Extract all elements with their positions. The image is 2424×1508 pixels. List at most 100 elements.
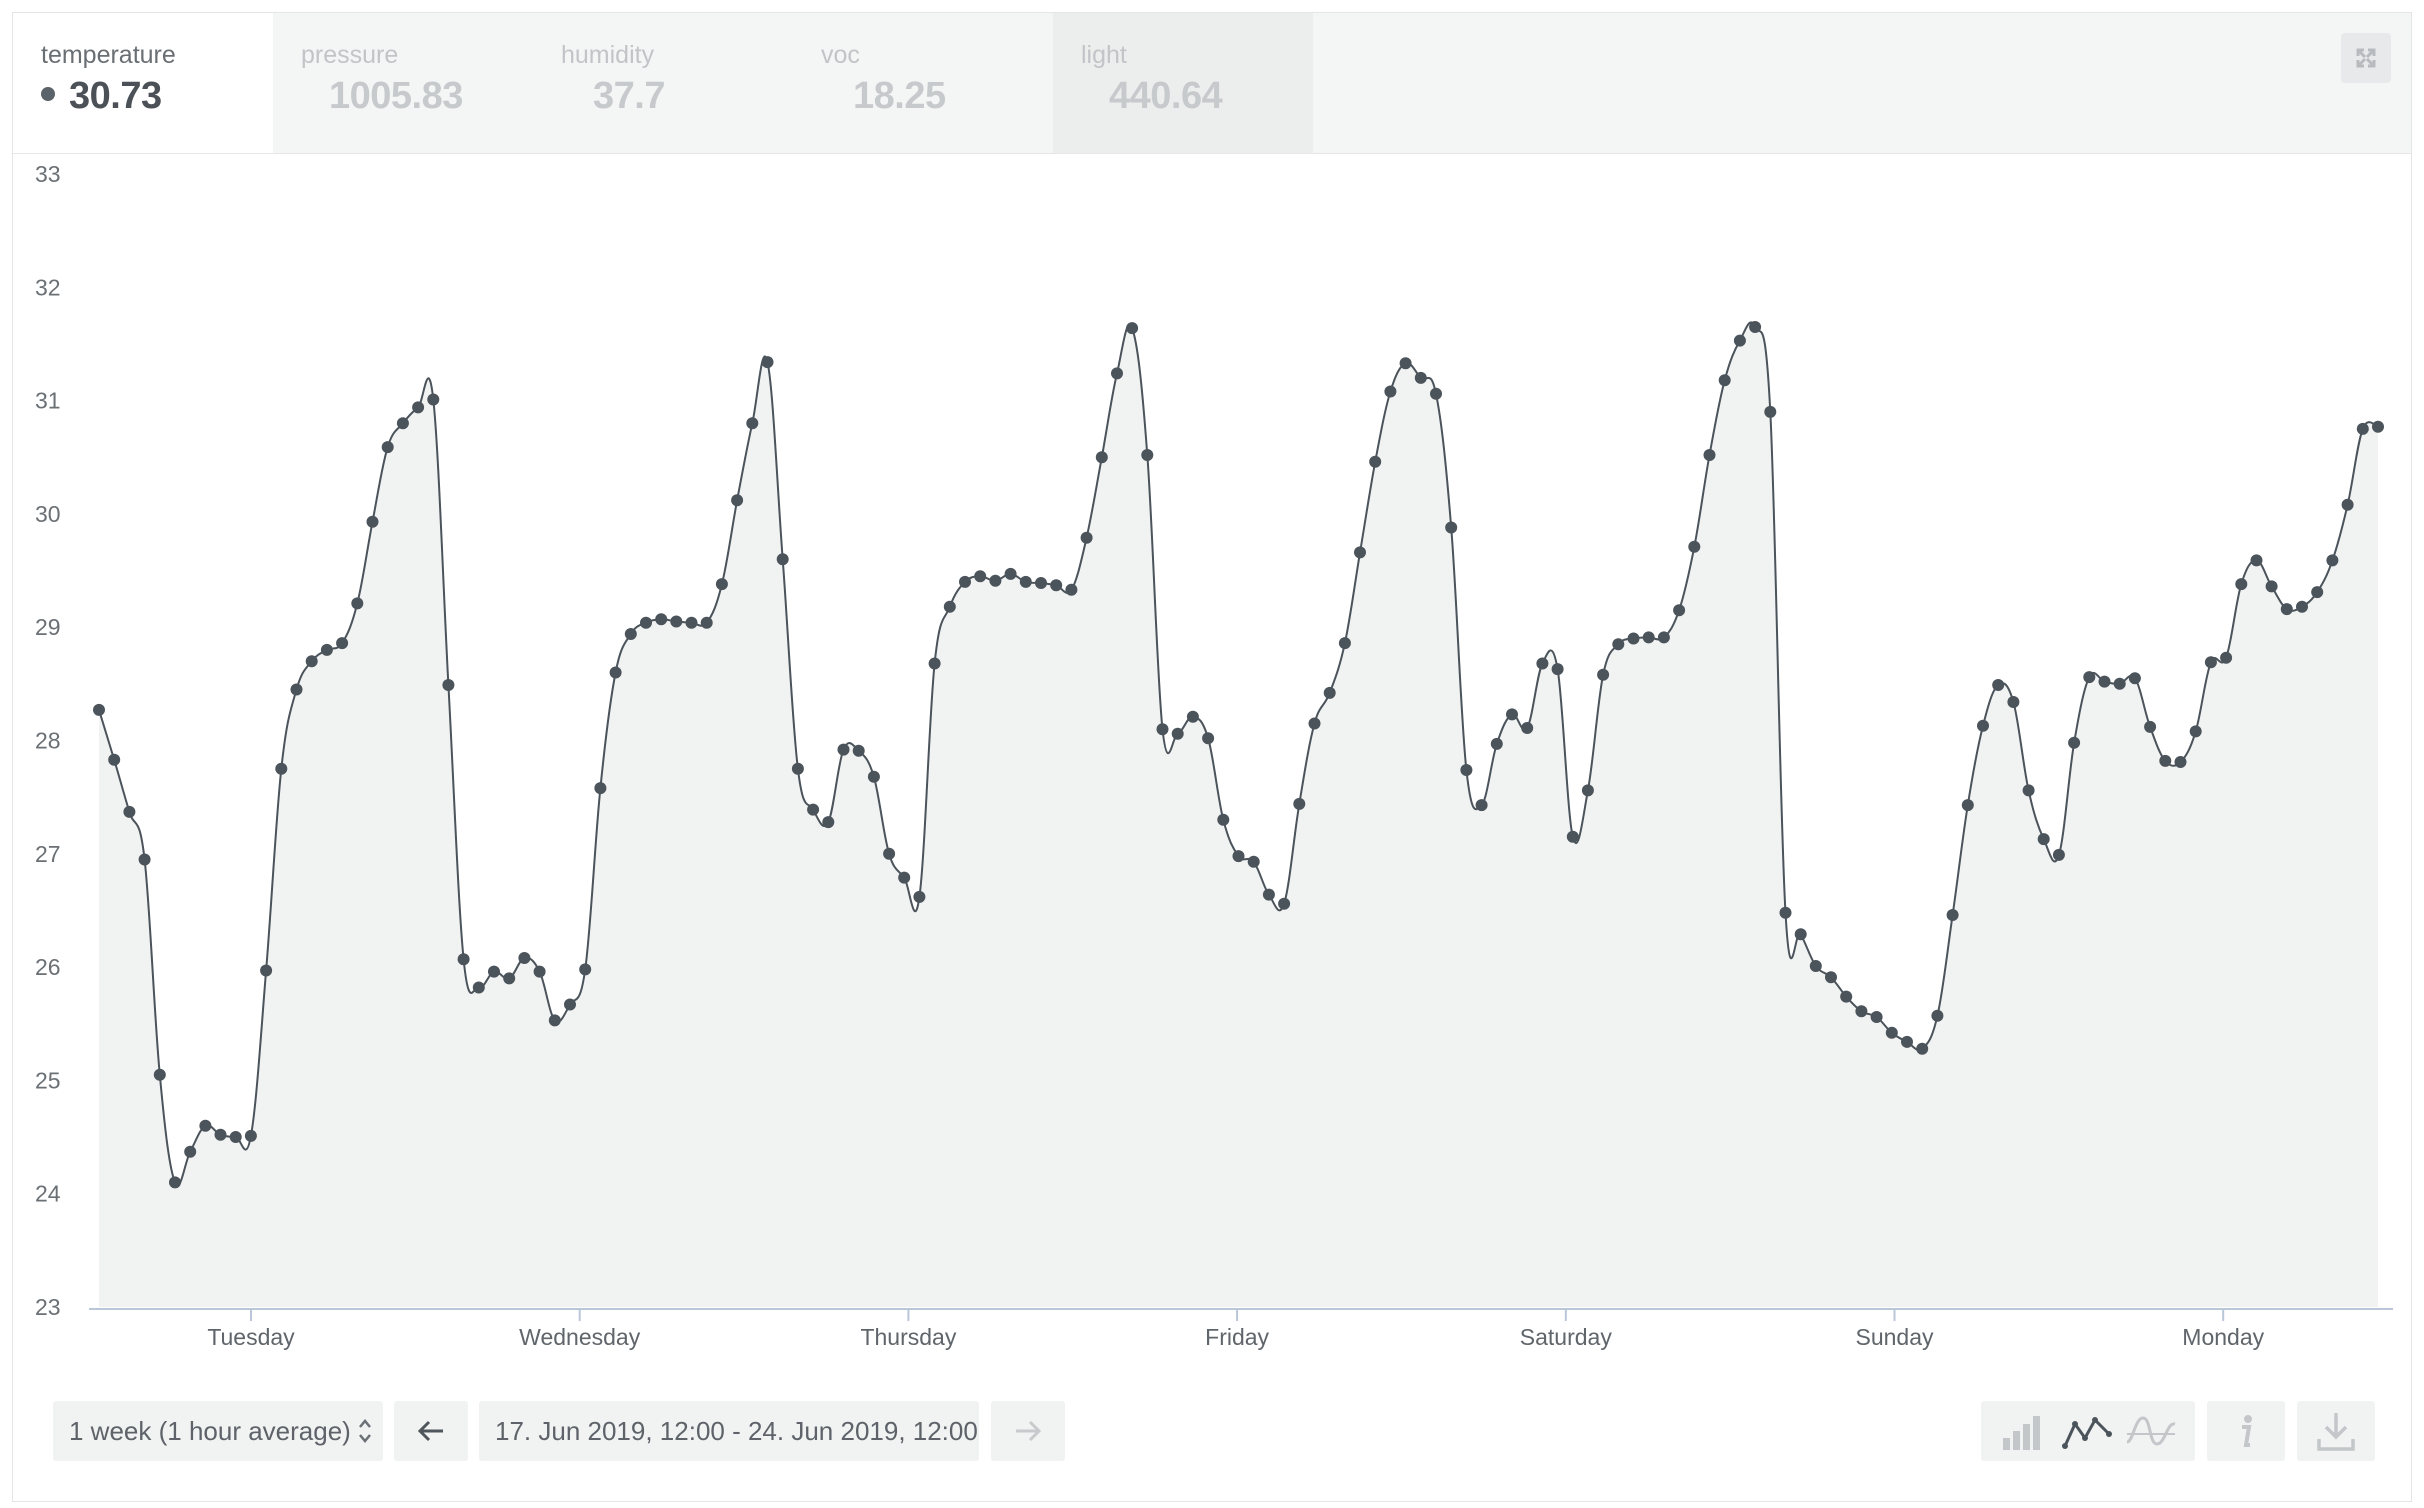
data-point[interactable] [1901,1035,1913,1048]
data-point[interactable] [1566,830,1579,843]
data-point[interactable] [1855,1005,1868,1018]
data-point[interactable] [1354,546,1366,559]
data-point[interactable] [472,981,485,994]
data-point[interactable] [959,575,971,588]
data-point[interactable] [731,494,744,507]
data-point[interactable] [108,753,121,766]
data-point[interactable] [867,770,880,783]
data-point[interactable] [883,847,896,860]
data-point[interactable] [670,615,683,628]
data-point[interactable] [1688,540,1701,553]
data-point[interactable] [913,890,926,903]
data-point[interactable] [1506,708,1518,721]
data-point[interactable] [1581,784,1594,797]
data-point[interactable] [1946,909,1959,921]
data-point[interactable] [989,574,1002,587]
info-button[interactable] [2207,1401,2285,1461]
data-point[interactable] [1232,850,1245,863]
data-point[interactable] [2159,754,2172,767]
data-point[interactable] [1809,960,1822,972]
data-point[interactable] [974,570,987,583]
data-point[interactable] [1825,971,1837,984]
data-point[interactable] [503,972,516,985]
data-point[interactable] [746,417,759,430]
data-point[interactable] [1718,374,1731,387]
data-point[interactable] [427,393,440,406]
data-point[interactable] [791,762,804,775]
data-point[interactable] [2113,677,2126,690]
data-point[interactable] [2189,725,2202,738]
data-point[interactable] [594,782,607,795]
data-point[interactable] [366,515,379,528]
data-point[interactable] [1612,638,1625,651]
data-point[interactable] [1308,717,1321,730]
data-point[interactable] [138,853,151,866]
data-point[interactable] [2052,848,2065,861]
data-point[interactable] [1035,577,1047,589]
bar-chart-icon[interactable] [1993,1406,2049,1456]
data-point[interactable] [275,762,288,775]
data-point[interactable] [1597,668,1610,681]
data-point[interactable] [1961,799,1974,812]
data-point[interactable] [943,600,956,613]
data-point[interactable] [2220,651,2233,664]
line-chart-icon[interactable] [2059,1406,2115,1456]
data-point[interactable] [1885,1026,1898,1039]
data-point[interactable] [1657,631,1670,644]
data-point[interactable] [1111,367,1123,380]
data-point[interactable] [685,616,698,629]
data-point[interactable] [1065,583,1078,596]
data-point[interactable] [548,1014,561,1027]
data-point[interactable] [1460,764,1473,776]
data-point[interactable] [624,628,637,640]
data-point[interactable] [2235,578,2248,591]
data-point[interactable] [1749,321,1762,333]
data-point[interactable] [1551,663,1564,676]
data-point[interactable] [2022,784,2035,797]
data-point[interactable] [564,998,576,1011]
range-select[interactable]: 1 week (1 hour average) [53,1401,383,1461]
data-point[interactable] [169,1176,181,1189]
data-point[interactable] [2128,672,2141,685]
data-point[interactable] [184,1145,197,1158]
data-point[interactable] [2280,603,2293,616]
data-point[interactable] [1202,732,1215,745]
data-point[interactable] [2372,420,2384,433]
data-point[interactable] [1794,928,1807,941]
smooth-line-icon[interactable] [2123,1406,2179,1456]
prev-range-button[interactable] [394,1401,468,1461]
data-point[interactable] [898,871,911,884]
data-point[interactable] [244,1129,257,1142]
data-point[interactable] [351,597,364,610]
data-point[interactable] [2250,554,2263,567]
data-point[interactable] [199,1119,212,1132]
data-point[interactable] [1171,727,1184,740]
data-point[interactable] [488,965,500,978]
data-point[interactable] [260,964,273,977]
data-point[interactable] [1293,797,1306,810]
data-point[interactable] [1430,387,1442,400]
data-point[interactable] [2098,675,2111,688]
data-point[interactable] [2144,720,2157,733]
next-range-button[interactable] [991,1401,1065,1461]
data-point[interactable] [1278,897,1291,910]
data-point[interactable] [1490,737,1503,750]
data-point[interactable] [1779,906,1792,919]
data-point[interactable] [2068,736,2081,749]
data-point[interactable] [1323,686,1336,699]
data-point[interactable] [1414,371,1427,384]
data-point[interactable] [1733,334,1746,347]
data-point[interactable] [1004,567,1017,580]
data-point[interactable] [1019,575,1032,588]
data-point[interactable] [2037,833,2050,846]
data-point[interactable] [381,441,394,454]
data-point[interactable] [1050,579,1063,592]
data-point[interactable] [457,953,470,966]
data-point[interactable] [761,356,774,369]
data-point[interactable] [1384,385,1397,398]
data-point[interactable] [1217,813,1230,826]
date-range-display[interactable]: 17. Jun 2019, 12:00 - 24. Jun 2019, 12:0… [479,1401,979,1461]
data-point[interactable] [1399,357,1412,370]
data-point[interactable] [1992,679,2005,691]
data-point[interactable] [1931,1009,1944,1022]
